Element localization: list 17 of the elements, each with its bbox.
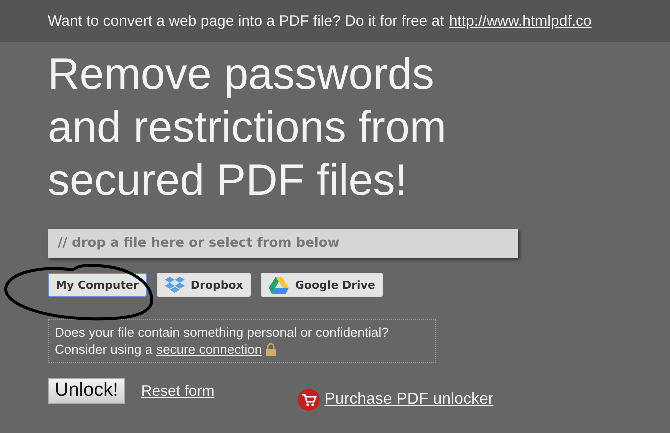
- dropbox-icon: [164, 276, 185, 294]
- reset-link[interactable]: Reset form: [141, 383, 215, 400]
- unlock-button[interactable]: Unlock!: [48, 378, 126, 404]
- secure-connection-link[interactable]: secure connection: [156, 342, 262, 357]
- source-button[interactable]: Google Drive: [261, 273, 384, 297]
- drive-icon: [269, 276, 290, 294]
- lock-icon: [266, 343, 276, 356]
- notice-text: Does your file contain something personal or confidential?: [55, 324, 390, 341]
- drop-field[interactable]: // drop a file here or select from below: [48, 229, 518, 258]
- promo-text: Want to convert a web page into a PDF file? Do it for free at: [48, 12, 444, 30]
- htmlpdf-link[interactable]: http://www.htmlpdf.co: [449, 12, 592, 30]
- source-button[interactable]: Dropbox: [156, 273, 252, 297]
- source-button[interactable]: My Computer: [48, 273, 147, 297]
- purchase-link[interactable]: Purchase PDF unlocker: [324, 391, 494, 409]
- cart-icon: [298, 389, 320, 411]
- page-heading: Remove passwords and restrictions from secured PDF files!: [48, 49, 448, 207]
- notice-text: Consider using a: [55, 341, 153, 358]
